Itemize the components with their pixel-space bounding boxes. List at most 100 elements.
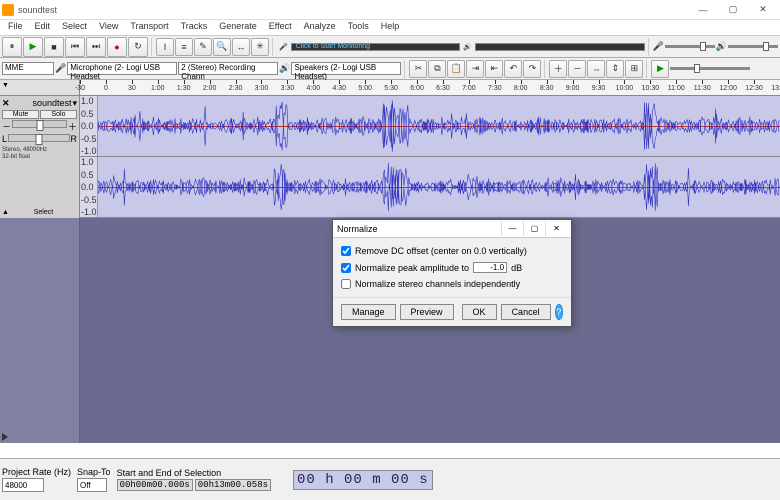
menu-tracks[interactable]: Tracks [175, 20, 214, 35]
play-speed-slider[interactable] [670, 67, 750, 70]
maximize-button[interactable]: ▢ [718, 1, 748, 19]
track-name[interactable]: soundtest [32, 98, 71, 109]
amp-scale-left: 1.00.50.0-0.5-1.0 [80, 96, 98, 156]
timeshift-tool[interactable]: ↔ [232, 38, 250, 56]
dialog-close[interactable]: ✕ [545, 221, 567, 236]
normalize-stereo-option[interactable]: Normalize stereo channels independently [341, 279, 563, 289]
play-at-speed-button[interactable]: ▶ [651, 60, 669, 78]
selection-toolbar: Project Rate (Hz) 48000 Snap-To Off Star… [0, 458, 780, 500]
project-rate-select[interactable]: 48000 [2, 478, 44, 492]
selection-tool[interactable]: I [156, 38, 174, 56]
pan-slider[interactable] [8, 134, 69, 142]
pause-button[interactable]: ⏸ [2, 37, 22, 57]
trim-button[interactable]: ⇥ [466, 60, 484, 78]
menubar: File Edit Select View Transport Tracks G… [0, 20, 780, 36]
mic-icon[interactable]: 🎤 [279, 43, 288, 51]
remove-dc-offset-option[interactable]: Remove DC offset (center on 0.0 vertical… [341, 246, 563, 256]
help-button[interactable]: ? [555, 304, 563, 320]
playback-device-select[interactable]: Speakers (2- Logi USB Headset) [291, 62, 401, 75]
menu-generate[interactable]: Generate [213, 20, 263, 35]
menu-select[interactable]: Select [56, 20, 93, 35]
cut-button[interactable]: ✂ [409, 60, 427, 78]
selection-start[interactable]: 00h00m00.000s [117, 479, 193, 491]
mic-vol-icon: 🎤 [653, 41, 664, 52]
silence-button[interactable]: ⇤ [485, 60, 503, 78]
fit-project-button[interactable]: ⇕ [606, 60, 624, 78]
menu-analyze[interactable]: Analyze [298, 20, 342, 35]
window-title: soundtest [18, 5, 688, 15]
track-collapse[interactable]: ▲ [2, 209, 9, 216]
add-track-arrow[interactable] [2, 433, 8, 441]
preview-button[interactable]: Preview [400, 304, 454, 320]
normalize-peak-value[interactable] [473, 262, 507, 273]
record-channels-select[interactable]: 2 (Stereo) Recording Chann [178, 62, 278, 75]
playback-volume-slider[interactable] [728, 45, 778, 48]
dialog-minimize[interactable]: — [501, 221, 523, 236]
envelope-tool[interactable]: ≡ [175, 38, 193, 56]
draw-tool[interactable]: ✎ [194, 38, 212, 56]
remove-dc-checkbox[interactable] [341, 246, 351, 256]
track-format-1: Stereo, 48000Hz [2, 147, 77, 153]
menu-effect[interactable]: Effect [263, 20, 298, 35]
redo-button[interactable]: ↷ [523, 60, 541, 78]
audio-position[interactable]: 00 h 00 m 00 s [293, 470, 433, 490]
zoom-out-button[interactable]: － [568, 60, 586, 78]
normalize-stereo-checkbox[interactable] [341, 279, 351, 289]
amp-scale-right: 1.00.50.0-0.5-1.0 [80, 157, 98, 217]
fit-selection-button[interactable]: ⇔ [587, 60, 605, 78]
normalize-peak-checkbox[interactable] [341, 263, 351, 273]
multi-tool[interactable]: ✳ [251, 38, 269, 56]
zoom-in-button[interactable]: ＋ [549, 60, 567, 78]
skip-start-button[interactable]: ⏮ [65, 37, 85, 57]
menu-file[interactable]: File [2, 20, 29, 35]
track-control-panel[interactable]: ✕soundtest▾ MuteSolo －＋ LR Stereo, 48000… [0, 96, 80, 218]
track-select-label[interactable]: Select [10, 209, 77, 216]
selection-label: Start and End of Selection [117, 468, 271, 478]
ok-button[interactable]: OK [462, 304, 497, 320]
timeline-ruler[interactable]: -300301:001:302:002:303:003:304:004:305:… [80, 80, 780, 96]
solo-button[interactable]: Solo [40, 110, 77, 119]
loop-button[interactable]: ↻ [128, 37, 148, 57]
record-device-select[interactable]: Microphone (2- Logi USB Headset [67, 62, 177, 75]
project-rate-label: Project Rate (Hz) [2, 467, 71, 477]
speaker-icon-2: 🔊 [279, 63, 290, 74]
play-button[interactable]: ▶ [23, 37, 43, 57]
skip-end-button[interactable]: ⏭ [86, 37, 106, 57]
zoom-toggle-button[interactable]: ⊞ [625, 60, 643, 78]
dialog-maximize[interactable]: ▢ [523, 221, 545, 236]
spk-vol-icon: 🔊 [716, 41, 727, 52]
selection-end[interactable]: 00h13m00.058s [195, 479, 271, 491]
track-format-2: 32-bit float [2, 154, 77, 160]
menu-help[interactable]: Help [375, 20, 406, 35]
close-button[interactable]: ✕ [748, 1, 778, 19]
edit-toolbar: MME 🎤 Microphone (2- Logi USB Headset 2 … [0, 58, 780, 80]
record-volume-slider[interactable] [665, 45, 715, 48]
minimize-button[interactable]: — [688, 1, 718, 19]
menu-transport[interactable]: Transport [124, 20, 174, 35]
gain-slider[interactable] [12, 120, 67, 128]
snap-to-select[interactable]: Off [77, 478, 107, 492]
record-button[interactable]: ● [107, 37, 127, 57]
dialog-titlebar[interactable]: Normalize — ▢ ✕ [333, 220, 571, 238]
stop-button[interactable]: ■ [44, 37, 64, 57]
audio-host-select[interactable]: MME [2, 62, 54, 75]
record-meter[interactable]: Click to Start Monitoring [291, 43, 461, 51]
playback-meter[interactable] [475, 43, 645, 51]
waveform-display[interactable]: 1.00.50.0-0.5-1.0 1.00.50.0-0.5-1.0 [80, 96, 780, 218]
menu-view[interactable]: View [93, 20, 124, 35]
menu-tools[interactable]: Tools [342, 20, 375, 35]
zoom-tool[interactable]: 🔍 [213, 38, 231, 56]
manage-button[interactable]: Manage [341, 304, 396, 320]
mute-button[interactable]: Mute [2, 110, 39, 119]
copy-button[interactable]: ⧉ [428, 60, 446, 78]
track-close[interactable]: ✕ [2, 98, 31, 109]
transport-toolbar: ⏸ ▶ ■ ⏮ ⏭ ● ↻ I ≡ ✎ 🔍 ↔ ✳ 🎤 Click to Sta… [0, 36, 780, 58]
undo-button[interactable]: ↶ [504, 60, 522, 78]
menu-edit[interactable]: Edit [29, 20, 57, 35]
speaker-icon[interactable]: 🔊 [463, 43, 472, 51]
normalize-peak-option[interactable]: Normalize peak amplitude todB [341, 262, 563, 273]
cancel-button[interactable]: Cancel [501, 304, 551, 320]
paste-button[interactable]: 📋 [447, 60, 465, 78]
mic-icon-2: 🎤 [55, 63, 66, 74]
track-menu[interactable]: ▾ [72, 98, 77, 109]
